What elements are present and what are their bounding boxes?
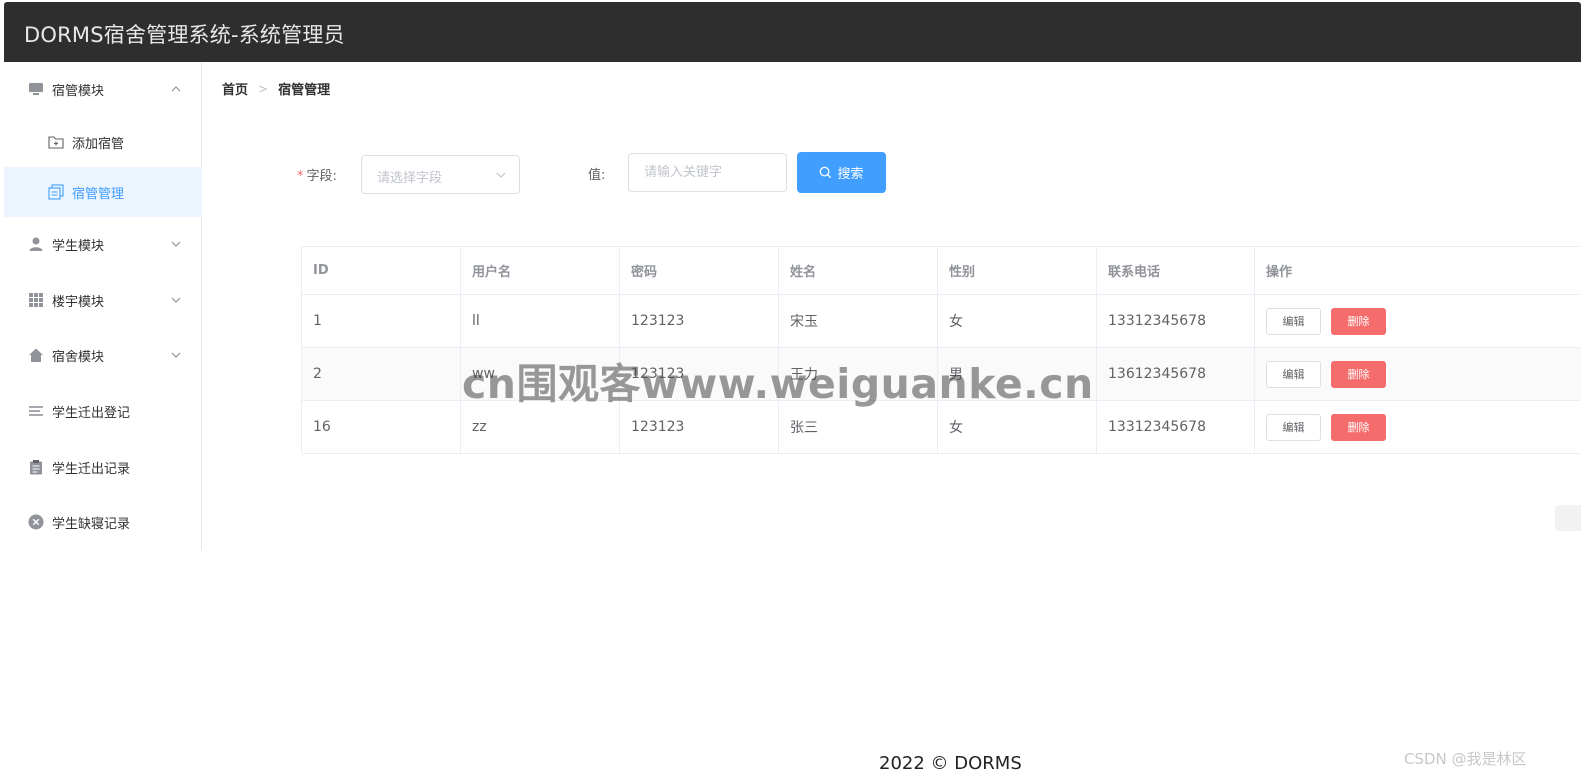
delete-button[interactable]: 删除 [1331,360,1386,388]
sidebar-item-dorm-admin-module[interactable]: 宿管模块 [4,64,202,114]
chevron-up-icon [171,86,181,92]
cell-name: 宋玉 [779,295,938,347]
watermark-text: cn围观客www.weiguanke.cn [462,360,1094,408]
search-button-label: 搜索 [837,167,864,182]
delete-button[interactable]: 删除 [1331,307,1386,335]
corner-watermark: CSDN @我是林区 [1404,750,1527,768]
edit-button[interactable]: 编辑 [1266,307,1321,335]
chevron-right-icon: > [258,81,269,96]
sidebar-item-label: 宿舍模块 [52,349,105,365]
breadcrumb-current: 宿管管理 [278,83,331,98]
sidebar-menu: 宿管模块 添加宿管 宿管管理 学生模块 楼宇模块 宿舍模块 学生迁出登记 学生迁… [4,62,202,550]
field-select[interactable]: 请选择字段 [361,155,520,194]
edit-button[interactable]: 编辑 [1266,360,1321,388]
table-header-row: ID 用户名 密码 姓名 性别 联系电话 操作 [302,247,1581,295]
delete-button[interactable]: 删除 [1331,413,1386,441]
keyword-input[interactable] [628,153,787,192]
sidebar-item-label: 学生迁出登记 [52,405,131,421]
sidebar-item-dormitory-module[interactable]: 宿舍模块 [4,330,202,380]
cell-id: 16 [302,401,461,453]
cell-username: ll [461,295,620,347]
sidebar-item-label: 添加宿管 [72,136,125,152]
column-header-username[interactable]: 用户名 [461,247,620,294]
sidebar-item-student-module[interactable]: 学生模块 [4,219,202,269]
column-header-name[interactable]: 姓名 [779,247,938,294]
field-label-text: 字段: [306,169,337,184]
grid-icon [29,293,43,307]
sidebar-item-label: 楼宇模块 [52,294,105,310]
cell-gender: 女 [938,295,1097,347]
sidebar-subitem-add-dorm-admin[interactable]: 添加宿管 [4,117,202,167]
field-select-placeholder: 请选择字段 [377,171,443,186]
field-select-label: * 字段: [297,165,337,184]
sidebar-item-label: 学生缺寝记录 [52,516,131,532]
column-header-password[interactable]: 密码 [620,247,779,294]
list-icon [29,406,43,416]
app-title: DORMS宿舍管理系统-系统管理员 [24,23,345,47]
chevron-down-icon [171,352,181,358]
breadcrumb-home-link[interactable]: 首页 [222,79,248,98]
sidebar-item-label: 宿管管理 [72,186,125,202]
clipboard-icon [30,460,42,475]
sidebar-item-student-moveout-register[interactable]: 学生迁出登记 [4,386,202,436]
house-icon [29,348,43,362]
breadcrumb: 首页 > 宿管管理 [222,79,331,99]
edit-button[interactable]: 编辑 [1266,413,1321,441]
column-header-gender[interactable]: 性别 [938,247,1097,294]
user-icon [29,237,43,251]
sidebar-item-student-moveout-records[interactable]: 学生迁出记录 [4,442,202,492]
folder-add-icon [48,136,64,149]
sidebar-item-student-absence-records[interactable]: 学生缺寝记录 [4,497,202,547]
column-header-id[interactable]: ID [302,247,461,294]
side-panel-handle[interactable] [1555,505,1581,531]
column-header-phone[interactable]: 联系电话 [1097,247,1255,294]
search-icon [820,166,832,179]
column-header-actions: 操作 [1266,265,1293,280]
sidebar-item-label: 学生迁出记录 [52,461,131,477]
sidebar-item-building-module[interactable]: 楼宇模块 [4,275,202,325]
cell-id: 1 [302,295,461,347]
cell-phone: 13312345678 [1097,401,1255,453]
chevron-down-icon [171,241,181,247]
cell-phone: 13612345678 [1097,348,1255,400]
sidebar-item-label: 学生模块 [52,238,105,254]
sidebar-subitem-dorm-admin-management[interactable]: 宿管管理 [4,167,202,217]
cell-actions: 编辑 删除 [1255,401,1581,453]
value-input-label: 值: [588,168,606,183]
table-row[interactable]: 1 ll 123123 宋玉 女 13312345678 编辑 删除 [302,295,1581,348]
cell-password: 123123 [620,295,779,347]
sidebar-item-label: 宿管模块 [52,83,105,99]
cell-phone: 13312345678 [1097,295,1255,347]
top-header-bar: DORMS宿舍管理系统-系统管理员 [4,2,1581,62]
chevron-down-icon [496,172,506,178]
cell-id: 2 [302,348,461,400]
search-button[interactable]: 搜索 [797,152,886,193]
footer-copyright: 2022 © DORMS [879,753,1022,774]
cell-actions: 编辑 删除 [1255,295,1581,347]
cell-actions: 编辑 删除 [1255,348,1581,400]
chevron-down-icon [171,297,181,303]
required-asterisk: * [297,169,304,184]
monitor-icon [29,83,43,95]
copy-document-icon [48,184,64,200]
circle-close-icon [28,514,44,530]
